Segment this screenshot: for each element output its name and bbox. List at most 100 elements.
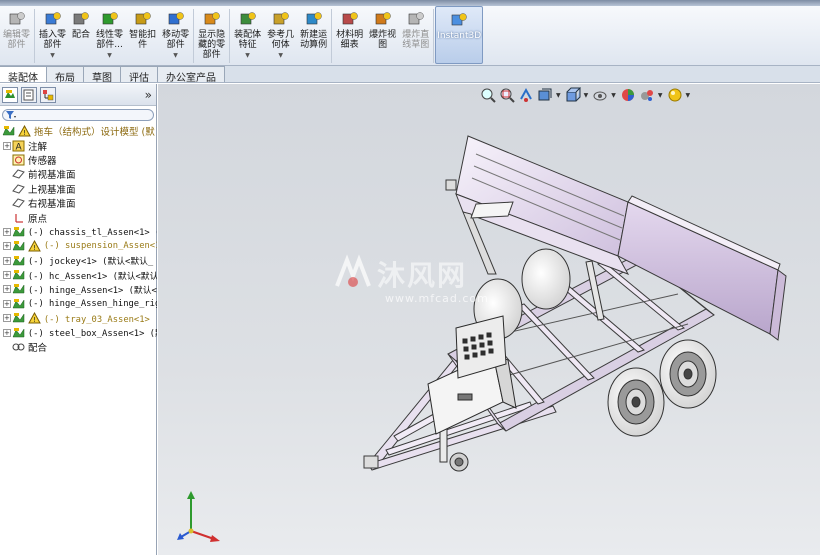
ribbon-tool-icon: [45, 12, 61, 25]
tree-item[interactable]: + (-) chassis_tl_Assen<1> (默: [0, 225, 157, 239]
ribbon-button-8[interactable]: 参考几 何体 ▼: [264, 6, 297, 64]
tree-item-label: (-) hinge_Assen<1> (默认<: [28, 285, 157, 296]
watermark-logo-icon: [335, 254, 371, 287]
tree-item[interactable]: +! (-) tray_03_Assen<1> (默: [0, 311, 157, 325]
ribbon-dropdown-arrow-icon[interactable]: ▼: [245, 51, 250, 61]
tab-1[interactable]: 布局: [46, 66, 84, 84]
ribbon-button-9[interactable]: 新建运 动算例: [297, 6, 330, 64]
sensor-icon: [12, 154, 25, 166]
subassembly-icon: [12, 284, 25, 294]
expand-toggle-icon[interactable]: +: [3, 271, 11, 280]
ribbon-dropdown-arrow-icon[interactable]: ▼: [50, 51, 55, 61]
tab-3[interactable]: 评估: [120, 66, 158, 84]
configuration-manager-tab-icon[interactable]: [40, 86, 56, 103]
ribbon-button-label: 显示隐 藏的零 部件: [198, 30, 226, 60]
svg-text:A: A: [16, 142, 23, 152]
expand-toggle-icon[interactable]: +: [3, 314, 11, 323]
subassembly-icon: [12, 226, 25, 237]
reference-triad: [177, 491, 220, 542]
ribbon-dropdown-arrow-icon[interactable]: ▼: [278, 51, 283, 61]
plane-icon: [12, 198, 25, 208]
ribbon-separator: [193, 9, 195, 63]
ribbon-button-3[interactable]: 线性零 部件... ▼: [93, 6, 126, 64]
command-manager-ribbon: 编辑零 部件 插入零 部件 ▼ 配合 线性零 部件... ▼ 智能扣 件移动零 部件 ▼ 显示隐…: [0, 6, 820, 66]
tree-item-label: 前视基准面: [28, 170, 76, 182]
graphics-area[interactable]: ▼ ▼ ▼ ▼ ▼ 沐风网 www.mfcad.com: [158, 84, 820, 555]
assembly-root-icon: [2, 126, 15, 136]
ribbon-button-10[interactable]: 材料明 细表: [333, 6, 366, 64]
watermark: 沐风网 www.mfcad.com: [333, 254, 513, 314]
ribbon-button-6[interactable]: 显示隐 藏的零 部件: [195, 6, 228, 64]
ribbon-dropdown-arrow-icon[interactable]: ▼: [107, 51, 112, 61]
tree-item[interactable]: + (-) steel_box_Assen<1> (默: [0, 325, 157, 339]
tab-0[interactable]: 装配体: [0, 66, 47, 84]
ribbon-button-11[interactable]: 爆炸视 图: [366, 6, 399, 64]
tree-item[interactable]: + A 注解: [0, 138, 157, 153]
ribbon-button-1[interactable]: 插入零 部件 ▼: [36, 6, 69, 64]
expand-toggle-icon[interactable]: +: [3, 328, 11, 337]
tree-item-label: 右视基准面: [28, 199, 76, 211]
ribbon-button-0[interactable]: 编辑零 部件: [0, 6, 33, 64]
ribbon-button-label: 线性零 部件...: [96, 30, 124, 50]
ribbon-dropdown-arrow-icon[interactable]: ▼: [173, 51, 178, 61]
subassembly-icon: [12, 327, 25, 337]
ribbon-button-5[interactable]: 移动零 部件 ▼: [159, 6, 192, 64]
tree-item[interactable]: + (-) hinge_Assen<1> (默认<: [0, 282, 157, 296]
ribbon-button-7[interactable]: 装配体 特征 ▼: [231, 6, 264, 64]
tree-item-label: (-) steel_box_Assen<1> (默: [27, 329, 157, 340]
svg-text:!: !: [33, 244, 36, 252]
tree-item-label: 上视基准面: [28, 184, 76, 196]
ribbon-tool-icon: [9, 12, 25, 25]
tree-item[interactable]: 右视基准面: [0, 196, 157, 210]
expand-toggle-icon[interactable]: +: [3, 227, 11, 236]
ribbon-button-label: 编辑零 部件: [3, 30, 31, 50]
filter-input[interactable]: [2, 109, 154, 121]
tree-item[interactable]: 上视基准面: [0, 182, 157, 196]
ribbon-button-13[interactable]: Instant3D: [435, 6, 484, 64]
warning-icon: !: [28, 312, 41, 324]
tree-filter[interactable]: [2, 108, 154, 122]
expand-toggle-icon[interactable]: +: [3, 141, 11, 150]
ribbon-tool-icon: [73, 12, 89, 25]
ribbon-tool-icon: [342, 12, 358, 25]
tree-item[interactable]: + (-) jockey<1> (默认<默认_: [0, 254, 157, 268]
tree-item-label: 注解: [28, 141, 48, 153]
mates-icon: [12, 343, 25, 351]
tree-root-assembly[interactable]: ! 拖车（结构式）设计模型 (默: [0, 124, 157, 138]
warning-icon: !: [18, 125, 31, 137]
tree-item[interactable]: 配合: [0, 340, 157, 354]
tab-4[interactable]: 办公室产品: [157, 66, 225, 84]
command-manager-tabs: 装配体 布局 草图 评估 办公室产品: [0, 66, 820, 84]
ribbon-button-label: 配合: [72, 30, 91, 40]
expand-toggle-icon[interactable]: +: [3, 285, 11, 294]
ribbon-tool-icon: [168, 12, 184, 25]
trailer-3d-model[interactable]: [158, 84, 820, 555]
ribbon-button-2[interactable]: 配合: [69, 6, 93, 64]
ribbon-button-12[interactable]: 爆炸直 线草图: [399, 6, 432, 64]
tree-item[interactable]: 前视基准面: [0, 167, 157, 181]
ribbon-button-label: 插入零 部件: [39, 30, 67, 50]
expand-toggle-icon[interactable]: +: [3, 299, 11, 308]
ribbon-separator: [433, 9, 435, 63]
tab-2[interactable]: 草图: [83, 66, 121, 84]
ribbon-button-label: 新建运 动算例: [300, 30, 328, 50]
ribbon-button-label: 爆炸直 线草图: [402, 30, 430, 50]
tree-item[interactable]: + (-) hc_Assen<1> (默认<默认: [0, 268, 157, 282]
ribbon-tool-icon: [102, 12, 118, 25]
tree-item[interactable]: +! (-) suspension_Assen<1>: [0, 239, 157, 253]
feature-tree-tab-icon[interactable]: [2, 86, 18, 103]
tree-item[interactable]: 传感器: [0, 153, 157, 167]
ribbon-button-label: Instant3D: [437, 31, 482, 41]
panel-expand-icon[interactable]: »: [145, 88, 152, 102]
ribbon-separator: [331, 9, 333, 63]
ribbon-button-4[interactable]: 智能扣 件: [126, 6, 159, 64]
feature-manager-toolbar: »: [0, 84, 156, 106]
expand-toggle-icon[interactable]: +: [3, 242, 11, 251]
tree-item[interactable]: 原点: [0, 210, 157, 225]
tree-item[interactable]: + (-) hinge_Assen_hinge_rig: [0, 297, 157, 311]
filter-icon: [6, 111, 16, 119]
property-manager-tab-icon[interactable]: [21, 86, 37, 103]
expand-toggle-icon[interactable]: +: [3, 256, 11, 265]
subassembly-icon: [12, 241, 25, 251]
ribbon-separator: [34, 9, 36, 63]
